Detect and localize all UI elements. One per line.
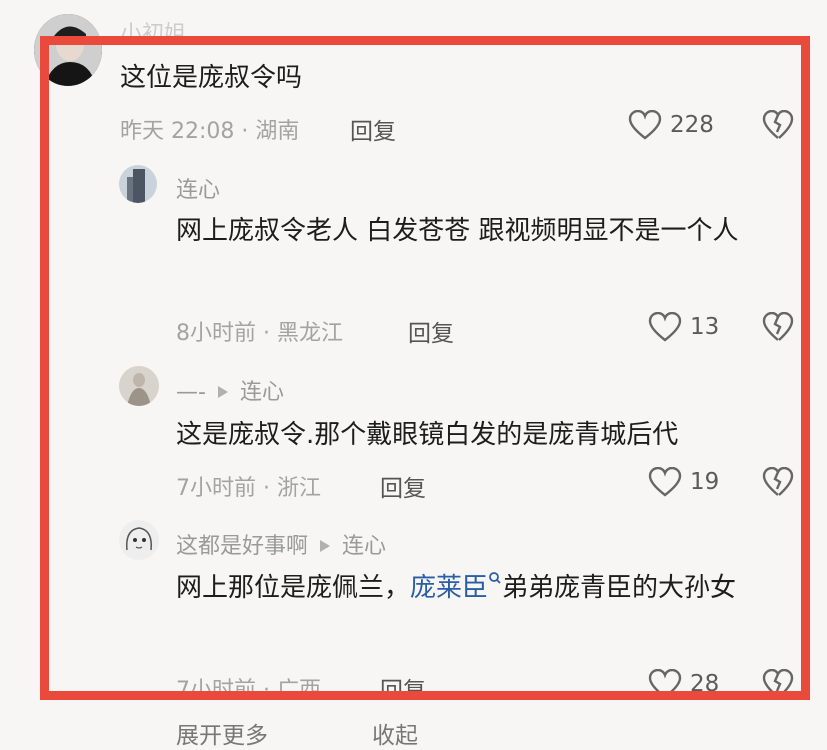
reply-username[interactable]: —- [176, 380, 206, 405]
reply-username-line: —- 连心 [176, 374, 284, 406]
avatar-portrait [34, 14, 102, 86]
avatar-building [119, 165, 157, 203]
heart-icon [648, 467, 682, 497]
comment-username[interactable]: 小初姐 [120, 16, 186, 48]
like-button[interactable]: 19 [648, 467, 719, 497]
avatar[interactable] [119, 165, 157, 203]
like-count: 13 [690, 314, 720, 340]
dislike-broken-heart-icon [762, 311, 794, 341]
like-count: 228 [670, 112, 714, 138]
reply-text-before: 网上那位是庞佩兰， [176, 573, 411, 603]
dislike-broken-heart-icon [762, 466, 794, 496]
reply-button[interactable]: 回复 [408, 314, 454, 348]
avatar[interactable] [119, 366, 159, 406]
reply-to-username[interactable]: 连心 [342, 534, 386, 559]
collapse-button[interactable]: 收起 [372, 716, 418, 750]
reply-arrow-icon [320, 540, 331, 552]
reply-username[interactable]: 连心 [176, 172, 220, 204]
dislike-button[interactable] [762, 109, 794, 144]
avatar-sketch [119, 520, 159, 560]
like-button[interactable]: 228 [628, 110, 714, 140]
like-button[interactable]: 13 [648, 312, 719, 342]
comment-text: 这位是庞叔令吗 [120, 63, 303, 93]
bottom-mask [40, 692, 810, 732]
reply-username-line: 这都是好事啊 连心 [176, 528, 386, 560]
reply-time-location: 7小时前 · 浙江 [176, 476, 321, 501]
reply-time-location: 8小时前 · 黑龙江 [176, 321, 343, 346]
heart-icon [648, 312, 682, 342]
reply-text: 网上那位是庞佩兰，庞莱臣 弟弟庞青臣的大孙女 [176, 563, 786, 613]
reply-button[interactable]: 回复 [380, 469, 426, 503]
avatar[interactable] [34, 14, 102, 86]
dislike-button[interactable] [762, 466, 794, 501]
search-link[interactable]: 庞莱臣 [410, 573, 488, 603]
reply-username[interactable]: 这都是好事啊 [176, 534, 308, 559]
reply-text: 网上庞叔令老人 白发苍苍 跟视频明显不是一个人 [176, 216, 739, 246]
expand-more-button[interactable]: 展开更多 [176, 716, 268, 750]
like-count: 19 [690, 469, 720, 495]
avatar[interactable] [119, 520, 159, 560]
reply-arrow-icon [217, 386, 228, 398]
avatar-figure [119, 366, 159, 406]
search-icon[interactable] [488, 571, 502, 587]
comment-time-location: 昨天 22:08 · 湖南 [120, 119, 300, 144]
reply-text-after: 弟弟庞青臣的大孙女 [502, 573, 737, 603]
dislike-broken-heart-icon [762, 109, 794, 139]
heart-icon [628, 110, 662, 140]
dislike-button[interactable] [762, 311, 794, 346]
reply-button[interactable]: 回复 [350, 112, 396, 146]
reply-to-username[interactable]: 连心 [240, 380, 284, 405]
reply-text: 这是庞叔令.那个戴眼镜白发的是庞青城后代 [176, 420, 679, 450]
